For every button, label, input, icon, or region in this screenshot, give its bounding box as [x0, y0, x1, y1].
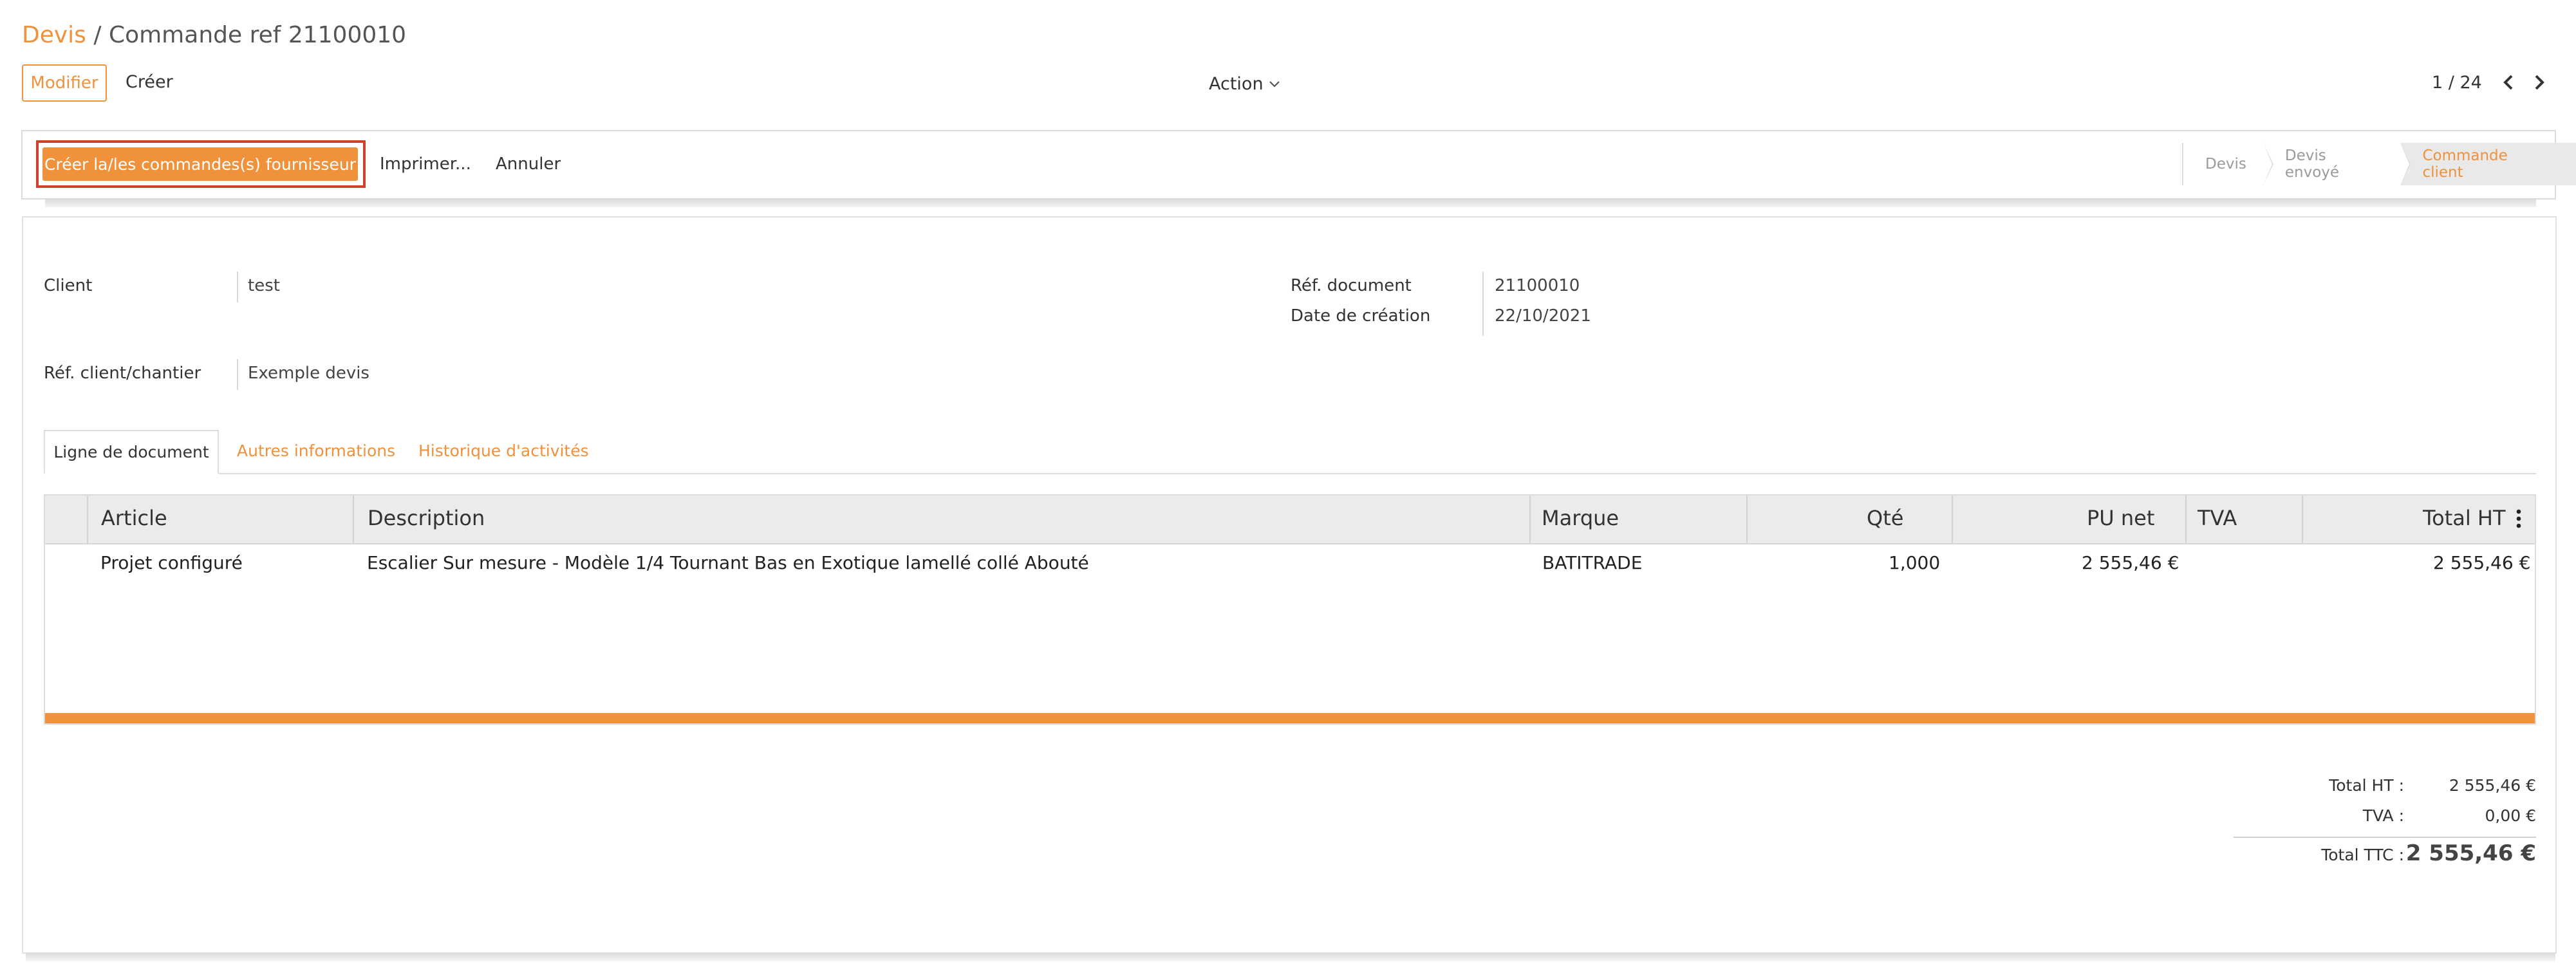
stage-devis-envoye[interactable]: Devis envoyé [2263, 143, 2411, 185]
cell-description: Escalier Sur mesure - Modèle 1/4 Tournan… [367, 552, 1089, 573]
breadcrumb-devis-link[interactable]: Devis [22, 22, 86, 48]
chevron-right-icon[interactable] [2530, 70, 2549, 95]
total-ht-value: 2 555,46 € [2449, 776, 2536, 795]
breadcrumb: Devis / Commande ref 21100010 [22, 22, 406, 48]
statusbar-shadow [45, 198, 2536, 207]
total-ttc-value: 2 555,46 € [2405, 840, 2536, 866]
ref-document-label: Réf. document [1291, 276, 1412, 295]
column-separator [2185, 496, 2187, 543]
action-dropdown[interactable]: Action [1209, 74, 1280, 94]
ref-client-label: Réf. client/chantier [44, 364, 201, 383]
total-ttc-label: Total TTC : [2321, 846, 2404, 864]
ref-document-value: 21100010 [1495, 276, 1580, 295]
column-header-total-ht[interactable]: Total HT [2423, 506, 2506, 530]
chevron-down-icon [1269, 80, 1280, 88]
tabs-underline [44, 473, 2536, 474]
column-separator [1529, 496, 1531, 543]
modifier-button[interactable]: Modifier [22, 64, 107, 102]
date-creation-value: 22/10/2021 [1495, 306, 1591, 326]
tab-autres-informations[interactable]: Autres informations [237, 441, 395, 460]
table-bottom-accent-bar [45, 713, 2535, 723]
date-creation-label: Date de création [1291, 306, 1431, 326]
cell-marque: BATITRADE [1542, 552, 1643, 573]
totals-divider [2234, 837, 2536, 838]
stage-commande-client[interactable]: Commande client [2400, 143, 2576, 185]
action-label: Action [1209, 74, 1264, 94]
column-header-marque[interactable]: Marque [1542, 506, 1619, 530]
column-separator [2302, 496, 2303, 543]
form-sheet-shadow [26, 952, 2555, 961]
tva-value: 0,00 € [2485, 806, 2536, 825]
total-ht-label: Total HT : [2329, 776, 2404, 795]
cell-article: Projet configuré [100, 552, 243, 573]
column-header-qte[interactable]: Qté [1867, 506, 1903, 530]
tva-label: TVA : [2362, 806, 2404, 825]
field-separator [237, 359, 238, 390]
pager-value: 1 / 24 [2432, 73, 2482, 93]
column-separator [1952, 496, 1953, 543]
create-supplier-orders-button[interactable]: Créer la/les commandes(s) fournisseur [42, 147, 358, 181]
stage-devis[interactable]: Devis [2182, 143, 2273, 185]
cell-pu-net: 2 555,46 € [2082, 552, 2179, 573]
column-separator [353, 496, 354, 543]
column-header-description[interactable]: Description [368, 506, 485, 530]
column-header-pu-net[interactable]: PU net [2087, 506, 2154, 530]
cell-total-ht: 2 555,46 € [2433, 552, 2531, 573]
breadcrumb-current: Commande ref 21100010 [108, 22, 407, 48]
column-header-article[interactable]: Article [101, 506, 167, 530]
column-separator [1746, 496, 1748, 543]
stage-label: Commande client [2422, 147, 2508, 181]
stage-label: Devis [2205, 156, 2246, 172]
client-value-link[interactable]: test [248, 276, 280, 295]
breadcrumb-separator: / [86, 22, 109, 48]
tab-historique-activites[interactable]: Historique d'activités [418, 441, 589, 460]
chevron-left-icon[interactable] [2499, 70, 2518, 95]
column-header-tva[interactable]: TVA [2198, 506, 2237, 530]
imprimer-button[interactable]: Imprimer... [380, 154, 471, 174]
annuler-button[interactable]: Annuler [496, 154, 561, 174]
field-separator [237, 272, 238, 302]
cell-qte: 1,000 [1889, 552, 1941, 573]
ref-client-value[interactable]: Exemple devis [248, 364, 369, 383]
kebab-menu-icon[interactable] [2515, 508, 2522, 529]
stage-label: Devis envoyé [2284, 147, 2340, 181]
status-stages: Devis Devis envoyé Commande client [2182, 143, 2576, 185]
field-separator [1482, 272, 1484, 336]
column-separator [87, 496, 88, 543]
tab-ligne-de-document[interactable]: Ligne de document [44, 430, 219, 474]
client-label: Client [44, 276, 93, 295]
creer-button[interactable]: Créer [126, 72, 173, 92]
